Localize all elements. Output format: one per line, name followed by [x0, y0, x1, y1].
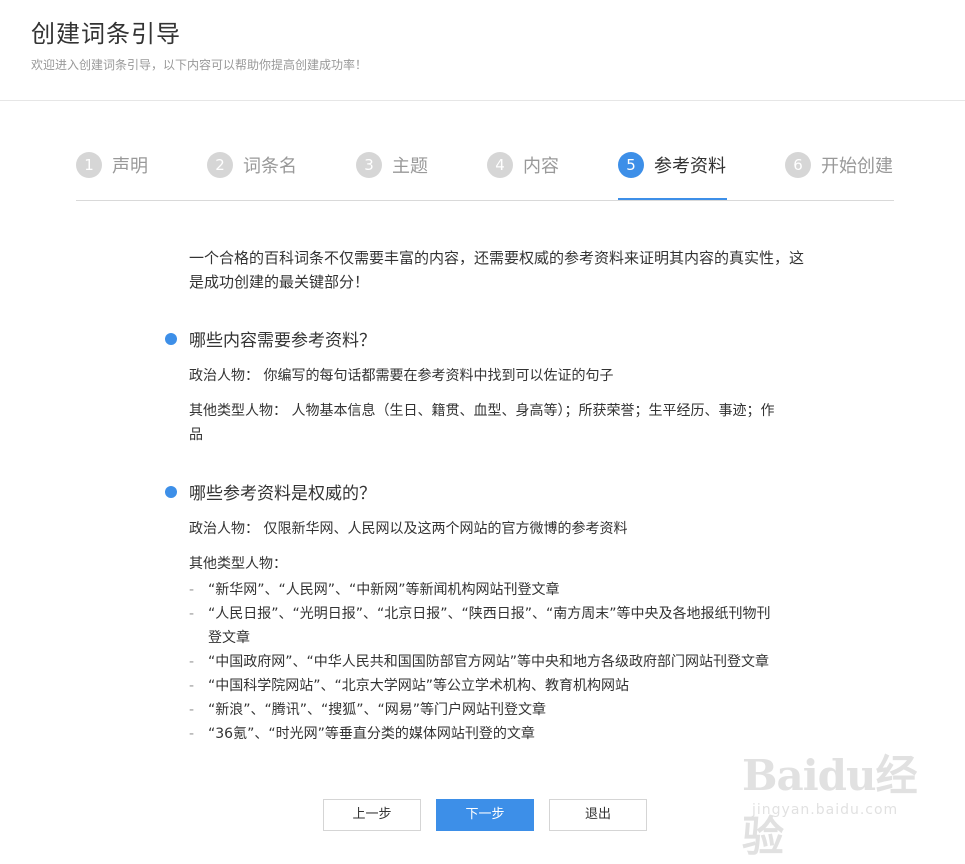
- politics-sources: 政治人物： 仅限新华网、人民网以及这两个网站的官方微博的参考资料: [189, 521, 628, 537]
- list-item: - “中国科学院网站”、“北京大学网站”等公立学术机构、教育机构网站: [189, 678, 630, 694]
- step-1[interactable]: 1 声明: [76, 150, 148, 180]
- bullet-dot-icon: [165, 485, 177, 498]
- step-label: 内容: [523, 156, 559, 177]
- page-subtitle: 欢迎进入创建词条引导，以下内容可以帮助你提高创建成功率！: [31, 58, 368, 72]
- section-title: 哪些内容需要参考资料？: [189, 331, 376, 351]
- exit-button[interactable]: 退出: [549, 799, 647, 831]
- others-label: 其他类型人物：: [189, 556, 287, 572]
- section-title: 哪些参考资料是权威的？: [189, 484, 376, 504]
- watermark-url: jingyan.baidu.com: [752, 802, 899, 818]
- step-label: 词条名: [243, 156, 297, 177]
- step-3[interactable]: 3 主题: [356, 150, 428, 180]
- step-label: 开始创建: [821, 156, 893, 177]
- step-6[interactable]: 6 开始创建: [785, 150, 893, 180]
- section-heading-authoritative: 哪些参考资料是权威的？: [165, 479, 376, 504]
- section-heading-need-refs: 哪些内容需要参考资料？: [165, 326, 376, 351]
- list-item: - “36氪”、“时光网”等垂直分类的媒体网站刊登的文章: [189, 726, 535, 742]
- list-item: - “人民日报”、“光明日报”、“北京日报”、“陕西日报”、“南方周末”等中央及各…: [189, 606, 771, 646]
- politics-rule: 政治人物： 你编写的每句话都需要在参考资料中找到可以佐证的句子: [189, 368, 614, 384]
- step-number: 6: [785, 152, 811, 178]
- list-item: - “新浪”、“腾讯”、“搜狐”、“网易”等门户网站刊登文章: [189, 702, 547, 718]
- active-step-indicator: [618, 198, 727, 200]
- bullet-dot-icon: [165, 332, 177, 345]
- list-item: - “中国政府网”、“中华人民共和国国防部官方网站”等中央和地方各级政府部门网站刊…: [189, 654, 770, 670]
- step-number: 1: [76, 152, 102, 178]
- page-title: 创建词条引导: [31, 20, 181, 48]
- intro-text: 一个合格的百科词条不仅需要丰富的内容，还需要权威的参考资料来证明其内容的真实性，…: [189, 249, 805, 291]
- step-number: 3: [356, 152, 382, 178]
- step-2[interactable]: 2 词条名: [207, 150, 297, 180]
- prev-step-button[interactable]: 上一步: [323, 799, 421, 831]
- next-step-button[interactable]: 下一步: [436, 799, 534, 831]
- step-number: 2: [207, 152, 233, 178]
- step-label: 声明: [112, 156, 148, 177]
- step-5-active[interactable]: 5 参考资料: [618, 150, 726, 180]
- list-item: - “新华网”、“人民网”、“中新网”等新闻机构网站刊登文章: [189, 582, 560, 598]
- step-progress: 1 声明 2 词条名 3 主题 4 内容 5 参考资料 6 开始创建: [76, 138, 894, 201]
- baidu-watermark: Baidu经验 jingyan.baidu.com: [742, 742, 952, 861]
- step-4[interactable]: 4 内容: [487, 150, 559, 180]
- source-list: - “新华网”、“人民网”、“中新网”等新闻机构网站刊登文章 - “人民日报”、“光…: [189, 578, 789, 746]
- page-header: 创建词条引导 欢迎进入创建词条引导，以下内容可以帮助你提高创建成功率！: [0, 0, 965, 101]
- step-number: 5: [618, 152, 644, 178]
- step-label: 参考资料: [654, 156, 726, 177]
- step-label: 主题: [392, 156, 428, 177]
- others-rule: 其他类型人物： 人物基本信息（生日、籍贯、血型、身高等）；所获荣誉；生平经历、事…: [189, 403, 775, 443]
- step-number: 4: [487, 152, 513, 178]
